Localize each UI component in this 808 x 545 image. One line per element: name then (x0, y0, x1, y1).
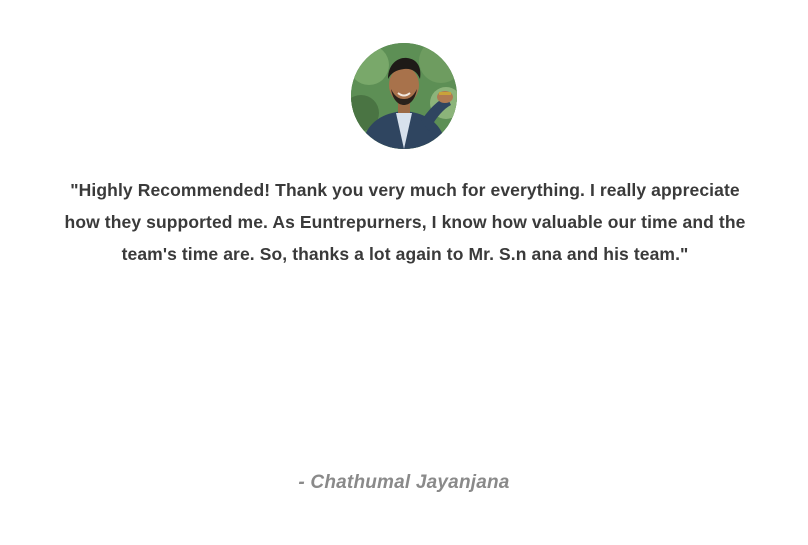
avatar (351, 43, 457, 149)
testimonial-quote: "Highly Recommended! Thank you very much… (64, 180, 746, 264)
testimonial-card: "Highly Recommended! Thank you very much… (0, 0, 808, 545)
person-photo-icon (351, 43, 457, 149)
testimonial-author: - Chathumal Jayanjana (298, 472, 510, 493)
